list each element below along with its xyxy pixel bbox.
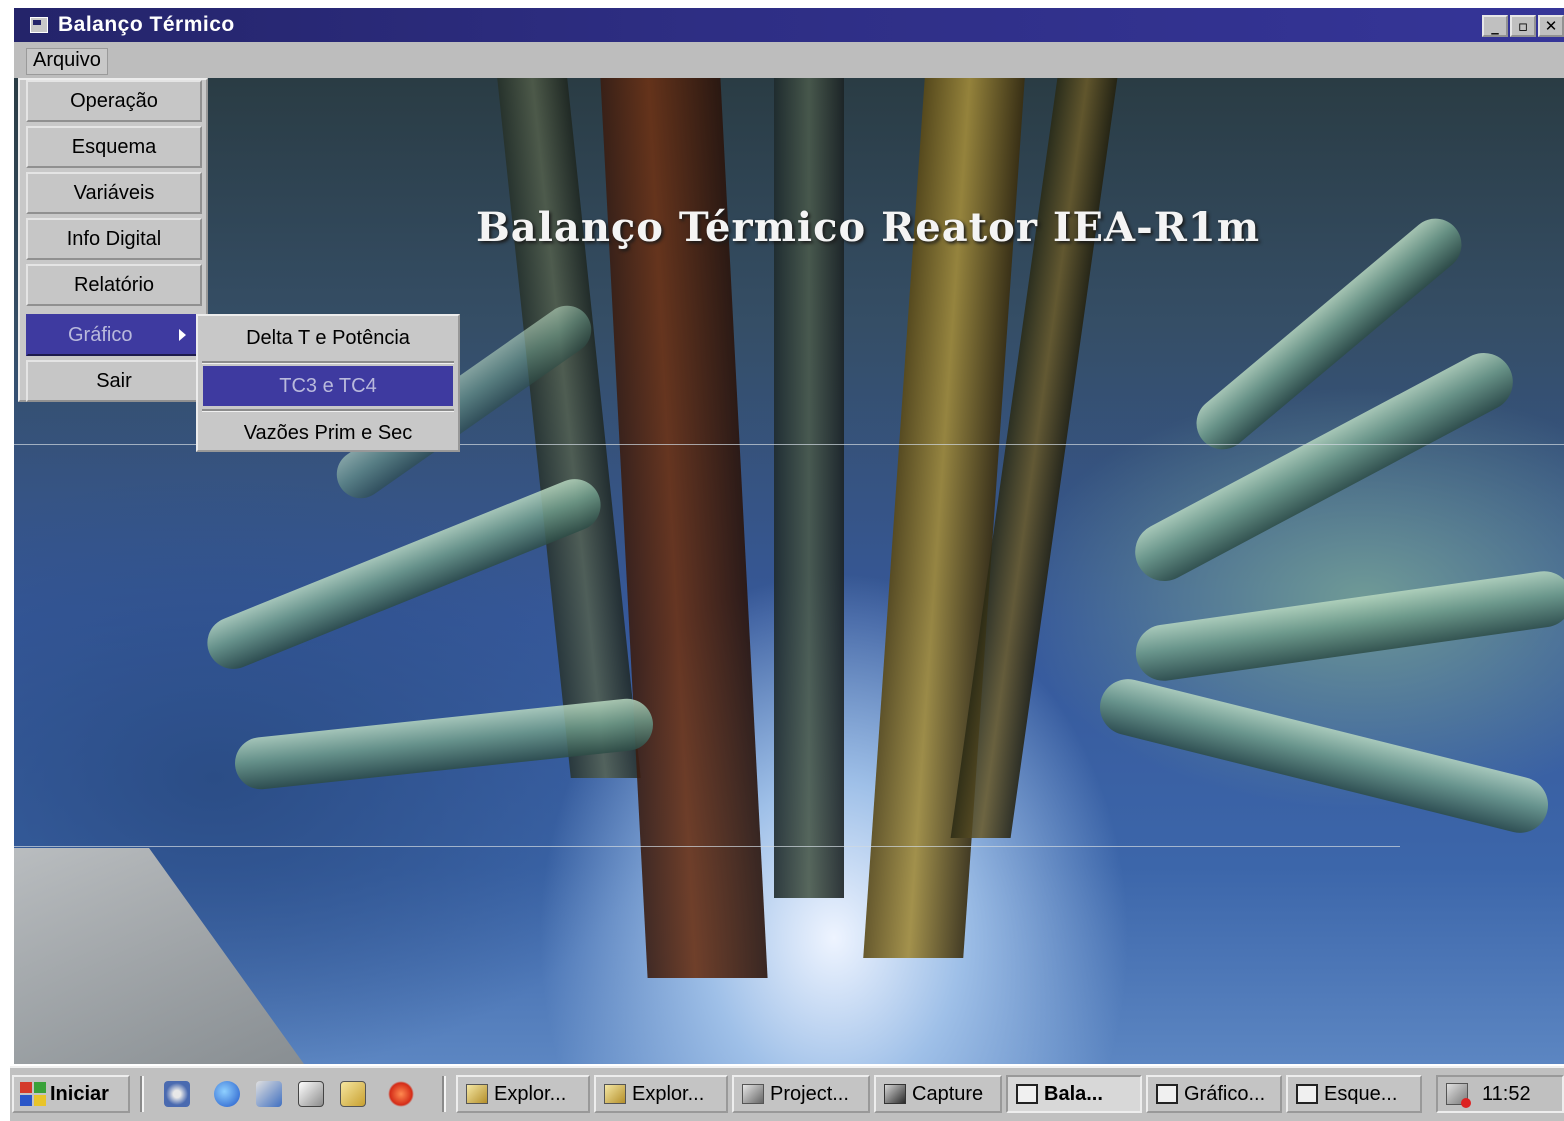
submenu-separator: [202, 361, 454, 364]
submenu-arrow-icon: [179, 329, 186, 341]
reactor-column: [774, 78, 844, 898]
system-tray: 11:52: [1436, 1075, 1564, 1113]
task-label: Capture: [912, 1082, 984, 1105]
capture-icon: [884, 1084, 906, 1104]
task-label: Bala...: [1044, 1082, 1103, 1105]
menu-item-label: Esquema: [71, 135, 157, 158]
menu-item-relatorio[interactable]: Relatório: [26, 264, 202, 306]
menu-item-label: Relatório: [73, 273, 155, 296]
arquivo-dropdown-menu: Operação Esquema Variáveis Info Digital …: [18, 78, 208, 402]
reactor-background-image: Balanço Térmico Reator IEA-R1m: [14, 78, 1564, 1064]
close-button[interactable]: ✕: [1538, 15, 1564, 37]
task-button-explorer-1[interactable]: Explor...: [456, 1075, 590, 1113]
beam-tube: [199, 471, 609, 677]
scan-line: [14, 846, 1400, 847]
start-label: Iniciar: [50, 1082, 109, 1105]
internet-explorer-icon[interactable]: [214, 1081, 240, 1107]
task-label: Project...: [770, 1082, 849, 1105]
scheduler-icon[interactable]: [1446, 1083, 1471, 1108]
taskbar: Iniciar Explor... Explor... Project... C…: [10, 1066, 1564, 1121]
menu-bar: Arquivo: [14, 42, 1564, 80]
window-icon: [1296, 1084, 1318, 1104]
windows-logo-icon: [20, 1082, 46, 1106]
menu-arquivo[interactable]: Arquivo: [26, 48, 108, 75]
start-button[interactable]: Iniciar: [12, 1075, 130, 1113]
menu-item-label: Operação: [70, 89, 158, 112]
restore-button[interactable]: ▫: [1510, 15, 1536, 37]
task-label: Explor...: [632, 1082, 705, 1105]
beam-tube: [1132, 567, 1564, 685]
satellite-icon[interactable]: [164, 1081, 190, 1107]
project-icon: [742, 1084, 764, 1104]
task-button-explorer-2[interactable]: Explor...: [594, 1075, 728, 1113]
window-controls: _ ▫ ✕: [1482, 15, 1564, 37]
explorer-icon: [604, 1084, 626, 1104]
menu-item-operacao[interactable]: Operação: [26, 80, 202, 122]
window-titlebar[interactable]: Balanço Térmico _ ▫ ✕: [14, 8, 1564, 42]
menu-item-esquema[interactable]: Esquema: [26, 126, 202, 168]
window-title: Balanço Térmico: [58, 13, 235, 36]
app-icon[interactable]: [30, 17, 48, 33]
task-button-balanco[interactable]: Bala...: [1006, 1075, 1142, 1113]
menu-item-grafico[interactable]: Gráfico: [26, 314, 202, 356]
explorer-icon: [466, 1084, 488, 1104]
menu-item-label: Variáveis: [73, 181, 155, 204]
pool-edge: [14, 848, 314, 1064]
menu-item-info-digital[interactable]: Info Digital: [26, 218, 202, 260]
task-button-capture[interactable]: Capture: [874, 1075, 1002, 1113]
task-label: Gráfico...: [1184, 1082, 1266, 1105]
minimize-button[interactable]: _: [1482, 15, 1508, 37]
menu-item-label: Info Digital: [66, 227, 162, 250]
edit-icon[interactable]: [298, 1081, 324, 1107]
submenu-item-tc3-tc4[interactable]: TC3 e TC4: [203, 366, 453, 406]
task-button-project[interactable]: Project...: [732, 1075, 870, 1113]
grafico-submenu: Delta T e Potência TC3 e TC4 Vazões Prim…: [196, 314, 460, 452]
taskbar-divider: [442, 1076, 446, 1112]
menu-item-label: Gráfico: [68, 323, 133, 346]
submenu-item-label: Vazões Prim e Sec: [243, 421, 413, 444]
task-label: Explor...: [494, 1082, 567, 1105]
menu-item-variaveis[interactable]: Variáveis: [26, 172, 202, 214]
submenu-item-label: Delta T e Potência: [246, 326, 410, 349]
window-icon: [1156, 1084, 1178, 1104]
beam-tube: [1094, 673, 1554, 839]
find-icon[interactable]: [340, 1081, 366, 1107]
network-icon[interactable]: [256, 1081, 282, 1107]
submenu-item-vazoes-prim-sec[interactable]: Vazões Prim e Sec: [203, 413, 453, 453]
task-button-esquema[interactable]: Esque...: [1286, 1075, 1422, 1113]
beam-tube: [1124, 342, 1524, 592]
submenu-item-delta-t-potencia[interactable]: Delta T e Potência: [203, 318, 453, 358]
window-icon: [1016, 1084, 1038, 1104]
star-icon[interactable]: [388, 1081, 414, 1107]
taskbar-divider: [140, 1076, 144, 1112]
submenu-separator: [202, 409, 454, 412]
menu-item-sair[interactable]: Sair: [26, 360, 202, 402]
menu-item-label: Sair: [96, 369, 132, 392]
submenu-item-label: TC3 e TC4: [279, 374, 377, 397]
task-label: Esque...: [1324, 1082, 1398, 1105]
task-button-grafico[interactable]: Gráfico...: [1146, 1075, 1282, 1113]
clock[interactable]: 11:52: [1482, 1083, 1531, 1106]
main-title: Balanço Térmico Reator IEA-R1m: [476, 204, 1261, 251]
